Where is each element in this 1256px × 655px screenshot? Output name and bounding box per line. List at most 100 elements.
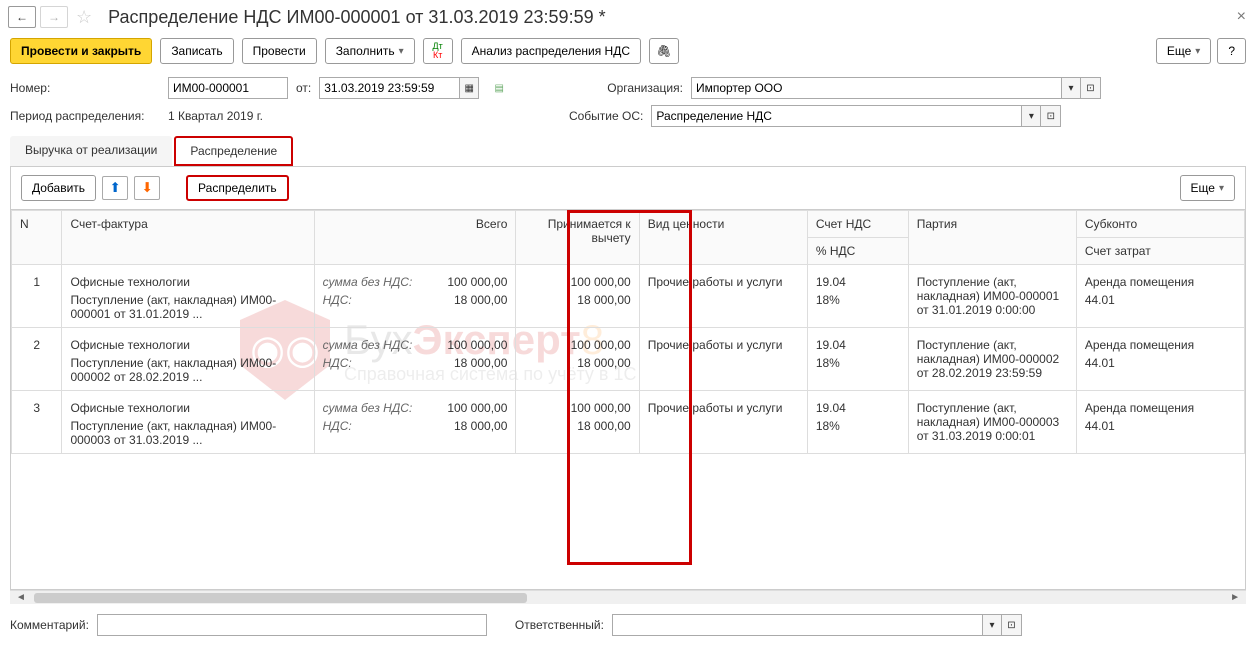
post-button[interactable]: Провести (242, 38, 317, 64)
form-row-2: Период распределения: 1 Квартал 2019 г. … (0, 102, 1256, 130)
cell-deductible: 100 000,00 18 000,00 (516, 391, 639, 454)
form-row-1: Номер: от: ▦ ▤ Организация: ▾ ⊡ (0, 74, 1256, 102)
table-row[interactable]: 2 Офисные технологии Поступление (акт, н… (12, 328, 1245, 391)
th-deductible[interactable]: Принимается к вычету (516, 211, 639, 265)
tab-distribution[interactable]: Распределение (174, 136, 293, 166)
period-label: Период распределения: (10, 109, 160, 123)
cell-subconto: Аренда помещения 44.01 (1076, 391, 1244, 454)
help-button[interactable]: ? (1217, 38, 1246, 64)
responsible-dropdown-button[interactable]: ▾ (982, 614, 1002, 636)
period-value: 1 Квартал 2019 г. (168, 109, 263, 123)
scroll-thumb[interactable] (34, 593, 527, 603)
main-toolbar: Провести и закрыть Записать Провести Зап… (0, 34, 1256, 74)
arrow-up-icon: ⬆ (109, 180, 120, 196)
arrow-left-icon: ← (16, 10, 28, 24)
open-icon: ⊡ (1007, 620, 1015, 631)
th-vat-percent[interactable]: % НДС (807, 238, 908, 265)
th-cost-account[interactable]: Счет затрат (1076, 238, 1244, 265)
more-button[interactable]: Еще (1156, 38, 1211, 64)
cell-invoice: Офисные технологии Поступление (акт, нак… (62, 265, 314, 328)
add-row-button[interactable]: Добавить (21, 175, 96, 201)
table-row[interactable]: 1 Офисные технологии Поступление (акт, н… (12, 265, 1245, 328)
distribute-button[interactable]: Распределить (186, 175, 289, 201)
form-action-icon[interactable]: ▤ (487, 77, 511, 99)
cell-value-type: Прочие работы и услуги (639, 328, 807, 391)
cell-total: сумма без НДС:100 000,00 НДС:18 000,00 (314, 265, 516, 328)
table-row[interactable]: 3 Офисные технологии Поступление (акт, н… (12, 391, 1245, 454)
move-down-button[interactable]: ⬇ (134, 176, 160, 200)
save-button[interactable]: Записать (160, 38, 233, 64)
table-container: N Счет-фактура Всего Принимается к вычет… (10, 210, 1246, 590)
date-label: от: (296, 81, 311, 95)
date-field: ▦ (319, 77, 479, 99)
vat-analysis-button[interactable]: Анализ распределения НДС (461, 38, 641, 64)
calendar-button[interactable]: ▦ (459, 77, 479, 99)
table-more-button[interactable]: Еще (1180, 175, 1235, 201)
th-invoice[interactable]: Счет-фактура (62, 211, 314, 265)
favorite-star-icon[interactable]: ☆ (76, 7, 92, 28)
cell-party: Поступление (акт, накладная) ИМ00-000001… (908, 265, 1076, 328)
horizontal-scrollbar[interactable]: ◄ ► (10, 590, 1246, 604)
dtkt-icon: ДтКт (433, 42, 443, 60)
sub-toolbar: Добавить ⬆ ⬇ Распределить Еще (10, 167, 1246, 210)
cell-party: Поступление (акт, накладная) ИМ00-000003… (908, 391, 1076, 454)
comment-label: Комментарий: (10, 618, 89, 632)
org-input[interactable] (691, 77, 1061, 99)
comment-input[interactable] (97, 614, 487, 636)
org-dropdown-button[interactable]: ▾ (1061, 77, 1081, 99)
cell-invoice: Офисные технологии Поступление (акт, нак… (62, 328, 314, 391)
responsible-open-button[interactable]: ⊡ (1002, 614, 1022, 636)
cell-deductible: 100 000,00 18 000,00 (516, 328, 639, 391)
th-n[interactable]: N (12, 211, 62, 265)
tabs: Выручка от реализации Распределение (10, 136, 1246, 167)
date-input[interactable] (319, 77, 459, 99)
th-party[interactable]: Партия (908, 211, 1076, 265)
move-up-button[interactable]: ⬆ (102, 176, 128, 200)
number-label: Номер: (10, 81, 160, 95)
responsible-input[interactable] (612, 614, 982, 636)
th-vat-account[interactable]: Счет НДС (807, 211, 908, 238)
os-event-dropdown-button[interactable]: ▾ (1021, 105, 1041, 127)
forward-button[interactable]: → (40, 6, 68, 28)
cell-subconto: Аренда помещения 44.01 (1076, 328, 1244, 391)
calendar-icon: ▦ (465, 83, 474, 94)
cell-value-type: Прочие работы и услуги (639, 265, 807, 328)
open-icon: ⊡ (1086, 83, 1094, 94)
cell-vat-acc: 19.04 18% (807, 265, 908, 328)
cell-total: сумма без НДС:100 000,00 НДС:18 000,00 (314, 328, 516, 391)
cell-party: Поступление (акт, накладная) ИМ00-000002… (908, 328, 1076, 391)
cell-n: 1 (12, 265, 62, 328)
org-open-button[interactable]: ⊡ (1081, 77, 1101, 99)
number-input[interactable] (168, 77, 288, 99)
cell-vat-acc: 19.04 18% (807, 328, 908, 391)
arrow-right-icon: → (48, 10, 60, 24)
th-subconto[interactable]: Субконто (1076, 211, 1244, 238)
cell-value-type: Прочие работы и услуги (639, 391, 807, 454)
fill-button[interactable]: Заполнить (325, 38, 415, 64)
os-event-open-button[interactable]: ⊡ (1041, 105, 1061, 127)
cell-vat-acc: 19.04 18% (807, 391, 908, 454)
arrow-down-icon: ⬇ (141, 180, 152, 196)
cell-total: сумма без НДС:100 000,00 НДС:18 000,00 (314, 391, 516, 454)
th-value-type[interactable]: Вид ценности (639, 211, 807, 265)
org-label: Организация: (607, 81, 683, 95)
cell-n: 3 (12, 391, 62, 454)
tab-revenue[interactable]: Выручка от реализации (10, 136, 172, 166)
org-field: ▾ ⊡ (691, 77, 1101, 99)
top-nav: ← → ☆ Распределение НДС ИМ00-000001 от 3… (0, 0, 1256, 34)
scroll-right-icon[interactable]: ► (1226, 592, 1244, 603)
responsible-label: Ответственный: (515, 618, 604, 632)
close-button[interactable]: × (1237, 8, 1246, 26)
dtkt-button[interactable]: ДтКт (423, 38, 453, 64)
attachments-button[interactable]: 🖇 (649, 38, 679, 64)
paperclip-icon: 🖇 (656, 44, 671, 58)
back-button[interactable]: ← (8, 6, 36, 28)
os-event-field: ▾ ⊡ (651, 105, 1061, 127)
scroll-left-icon[interactable]: ◄ (12, 592, 30, 603)
distribution-table: N Счет-фактура Всего Принимается к вычет… (11, 210, 1245, 454)
os-event-input[interactable] (651, 105, 1021, 127)
document-icon: ▤ (495, 83, 504, 94)
cell-deductible: 100 000,00 18 000,00 (516, 265, 639, 328)
post-and-close-button[interactable]: Провести и закрыть (10, 38, 152, 64)
th-total[interactable]: Всего (314, 211, 516, 265)
